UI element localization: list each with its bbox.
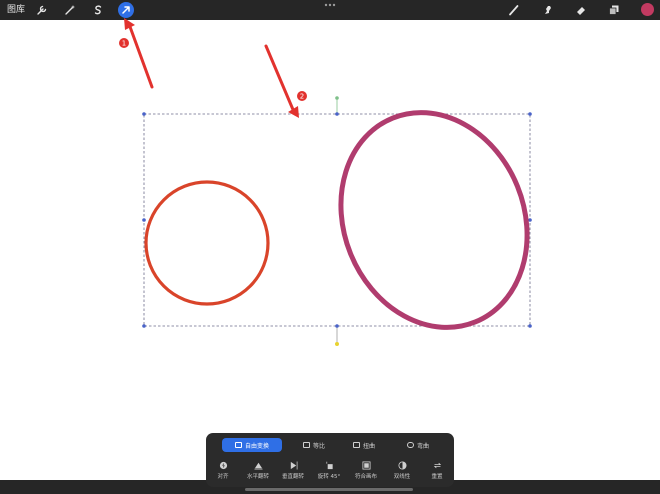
mode-label: 扭曲 xyxy=(362,442,375,450)
uniform-icon xyxy=(302,442,310,448)
mode-uniform[interactable]: 等比 xyxy=(294,438,334,452)
resize-handle-top-left[interactable] xyxy=(142,112,146,116)
annotation-arrow-2 xyxy=(264,44,296,114)
action-label: 双线性 xyxy=(393,474,411,480)
reset-icon xyxy=(433,462,441,469)
magnet-icon xyxy=(219,461,227,470)
action-label: 对齐 xyxy=(217,474,229,480)
fit-canvas-icon xyxy=(361,461,371,470)
action-label: 重置 xyxy=(431,474,443,480)
bilinear-button[interactable]: 双线性 xyxy=(387,461,417,483)
bilinear-icon xyxy=(397,461,407,470)
resize-handle-top-right[interactable] xyxy=(528,112,532,116)
distort-icon xyxy=(352,442,360,448)
mode-label: 弯曲 xyxy=(416,442,429,450)
mode-distort[interactable]: 扭曲 xyxy=(344,438,384,452)
magnet-button[interactable]: 对齐 xyxy=(208,461,238,483)
red-circle xyxy=(144,180,270,306)
rotate-button[interactable]: 旋转 45° xyxy=(314,461,344,483)
annotation-number-1: 1 xyxy=(122,40,126,48)
warp-icon xyxy=(406,442,414,448)
flip-vertical-button[interactable]: 垂直翻转 xyxy=(278,461,308,483)
flip-horizontal-button[interactable]: 水平翻转 xyxy=(243,461,273,483)
action-label: 符合画布 xyxy=(354,474,377,480)
mode-freeform[interactable]: 自由变换 xyxy=(222,438,282,452)
resize-handle-top[interactable] xyxy=(335,112,339,116)
transform-mode-row: 自由变换 等比 扭曲 弯曲 xyxy=(222,438,442,452)
action-label: 垂直翻转 xyxy=(281,474,304,480)
transform-panel: 自由变换 等比 扭曲 弯曲 对齐 水平翻转 垂直翻转 旋转 45° 符合画布 双… xyxy=(206,433,454,487)
fit-canvas-button[interactable]: 符合画布 xyxy=(351,461,381,483)
annotation-number-2: 2 xyxy=(300,93,304,101)
annotation-arrow-1 xyxy=(127,22,154,89)
resize-handle-left[interactable] xyxy=(142,218,146,222)
home-indicator[interactable] xyxy=(245,488,413,491)
rotate-icon xyxy=(325,461,333,470)
action-label: 旋转 45° xyxy=(317,474,341,480)
magenta-ellipse xyxy=(338,110,530,330)
selection-bounding-box xyxy=(143,113,531,327)
resize-handle-bottom-left[interactable] xyxy=(142,324,146,328)
rotation-handle[interactable] xyxy=(335,96,339,100)
mode-label: 等比 xyxy=(312,442,325,450)
anchor-point[interactable] xyxy=(335,342,339,346)
freeform-icon xyxy=(234,442,242,448)
resize-handle-bottom[interactable] xyxy=(335,324,339,328)
mode-label: 自由变换 xyxy=(244,442,269,450)
reset-button[interactable]: 重置 xyxy=(422,461,452,483)
canvas-artwork: 1 2 xyxy=(119,18,532,346)
flip-vertical-icon xyxy=(290,461,297,470)
action-label: 水平翻转 xyxy=(246,474,269,480)
resize-handle-bottom-right[interactable] xyxy=(528,324,532,328)
mode-warp[interactable]: 弯曲 xyxy=(396,438,440,452)
flip-horizontal-icon xyxy=(253,462,263,470)
